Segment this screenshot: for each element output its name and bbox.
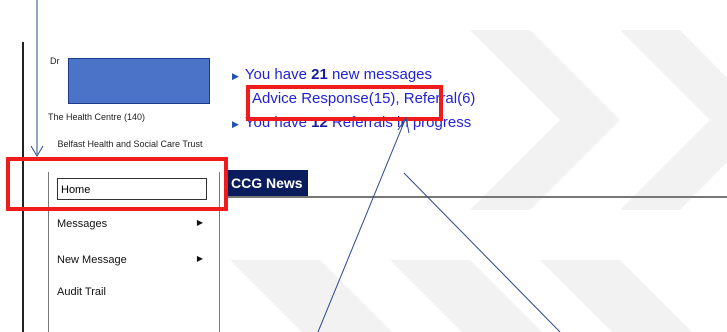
annotation-arrows xyxy=(30,0,561,332)
